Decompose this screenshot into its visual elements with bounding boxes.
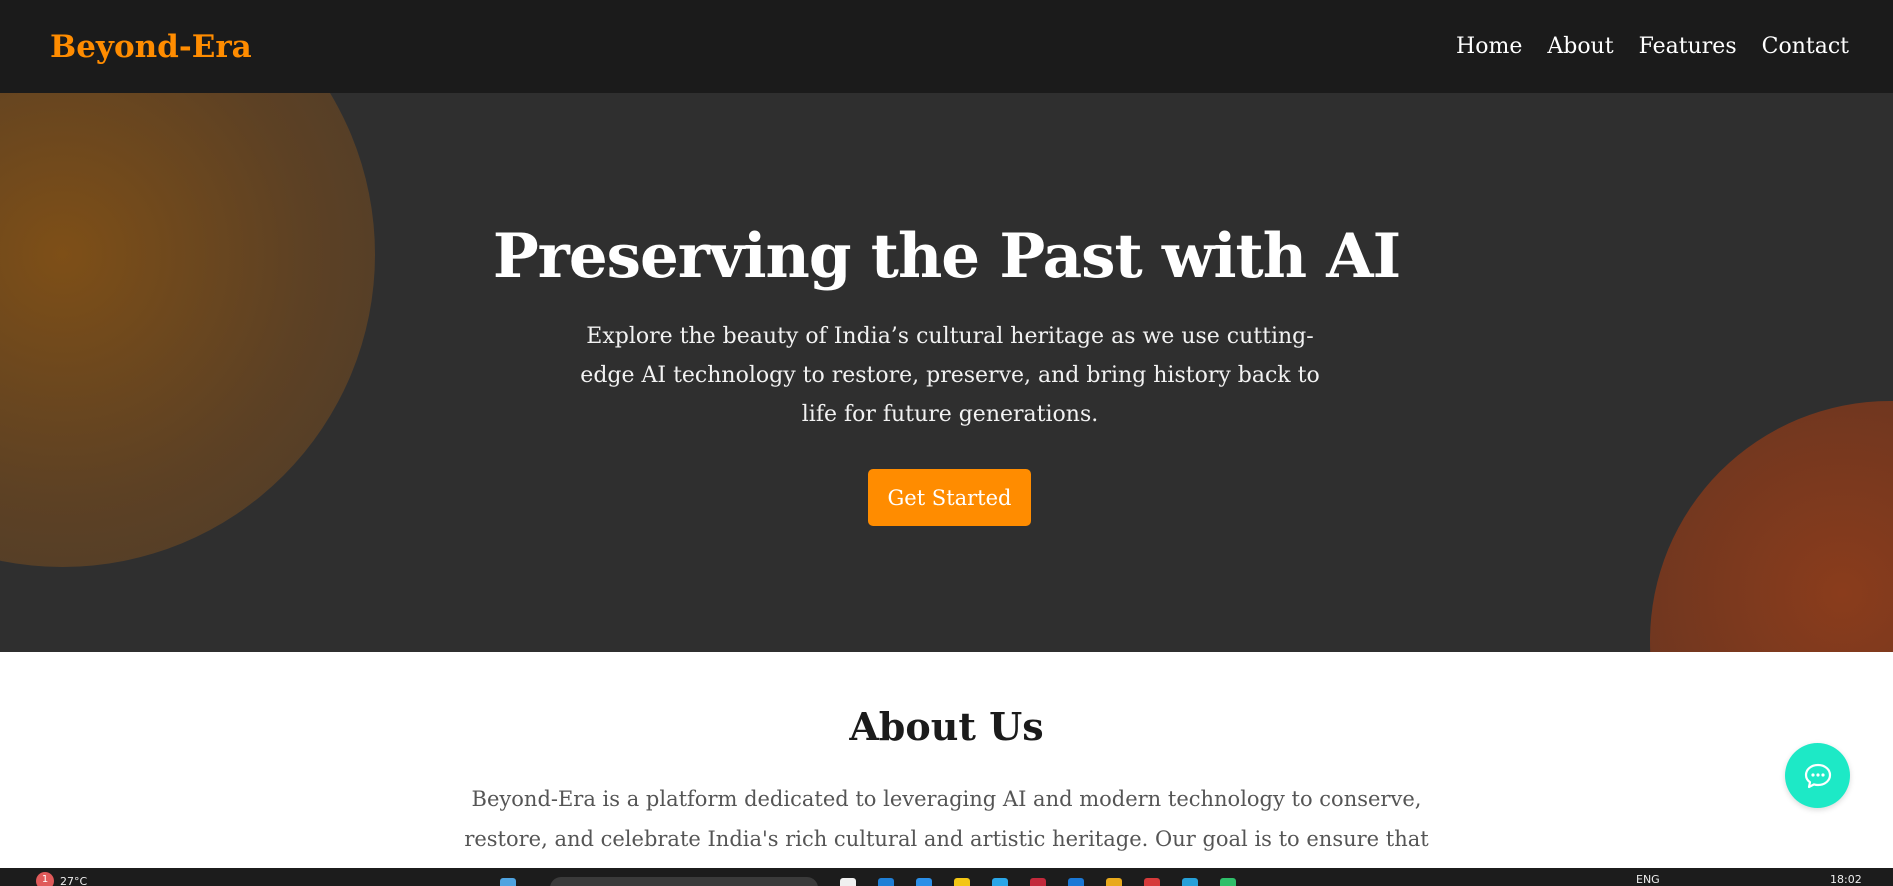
nav-links: Home About Features Contact <box>1456 34 1849 59</box>
nav-link-home[interactable]: Home <box>1456 34 1522 59</box>
nav-link-contact[interactable]: Contact <box>1762 34 1849 59</box>
weather-temperature: 27°C <box>60 874 88 886</box>
decorative-red-circle <box>1650 401 1893 652</box>
nav-link-about[interactable]: About <box>1547 34 1613 59</box>
clock[interactable]: 18:02 <box>1830 873 1862 886</box>
nav-link-features[interactable]: Features <box>1639 34 1737 59</box>
taskbar-app-icons <box>840 878 1236 886</box>
about-title: About Us <box>849 704 1044 749</box>
get-started-button[interactable]: Get Started <box>868 469 1031 526</box>
vscode-icon[interactable] <box>1182 878 1198 886</box>
taskbar: 1 27°C ENG 18:02 <box>0 868 1893 886</box>
whatsapp-icon[interactable] <box>1220 878 1236 886</box>
hero-subtitle: Explore the beauty of India’s cultural h… <box>580 324 1320 427</box>
site-logo[interactable]: Beyond-Era <box>50 29 252 65</box>
folder-icon[interactable] <box>1106 878 1122 886</box>
app-icon[interactable] <box>1068 878 1084 886</box>
taskbar-search[interactable] <box>550 877 818 886</box>
taskbar-icons <box>500 878 516 886</box>
hero-title: Preserving the Past with AI <box>492 221 1401 292</box>
weather-badge: 1 <box>36 872 54 886</box>
language-indicator[interactable]: ENG <box>1636 873 1660 886</box>
app-icon[interactable] <box>992 878 1008 886</box>
chat-button[interactable] <box>1785 743 1850 808</box>
taskbar-weather[interactable]: 1 27°C <box>36 872 87 886</box>
hero-section: Preserving the Past with AI Explore the … <box>0 93 1893 652</box>
app-icon[interactable] <box>1144 878 1160 886</box>
chrome-icon[interactable] <box>954 878 970 886</box>
decorative-orange-circle <box>0 93 375 567</box>
windows-start-icon[interactable] <box>500 878 516 886</box>
file-app-icon[interactable] <box>840 878 856 886</box>
app-icon[interactable] <box>1030 878 1046 886</box>
chat-bubble-icon <box>1804 763 1831 788</box>
edge-icon[interactable] <box>878 878 894 886</box>
navbar: Beyond-Era Home About Features Contact <box>0 0 1893 93</box>
about-section: About Us Beyond-Era is a platform dedica… <box>0 652 1893 886</box>
store-icon[interactable] <box>916 878 932 886</box>
